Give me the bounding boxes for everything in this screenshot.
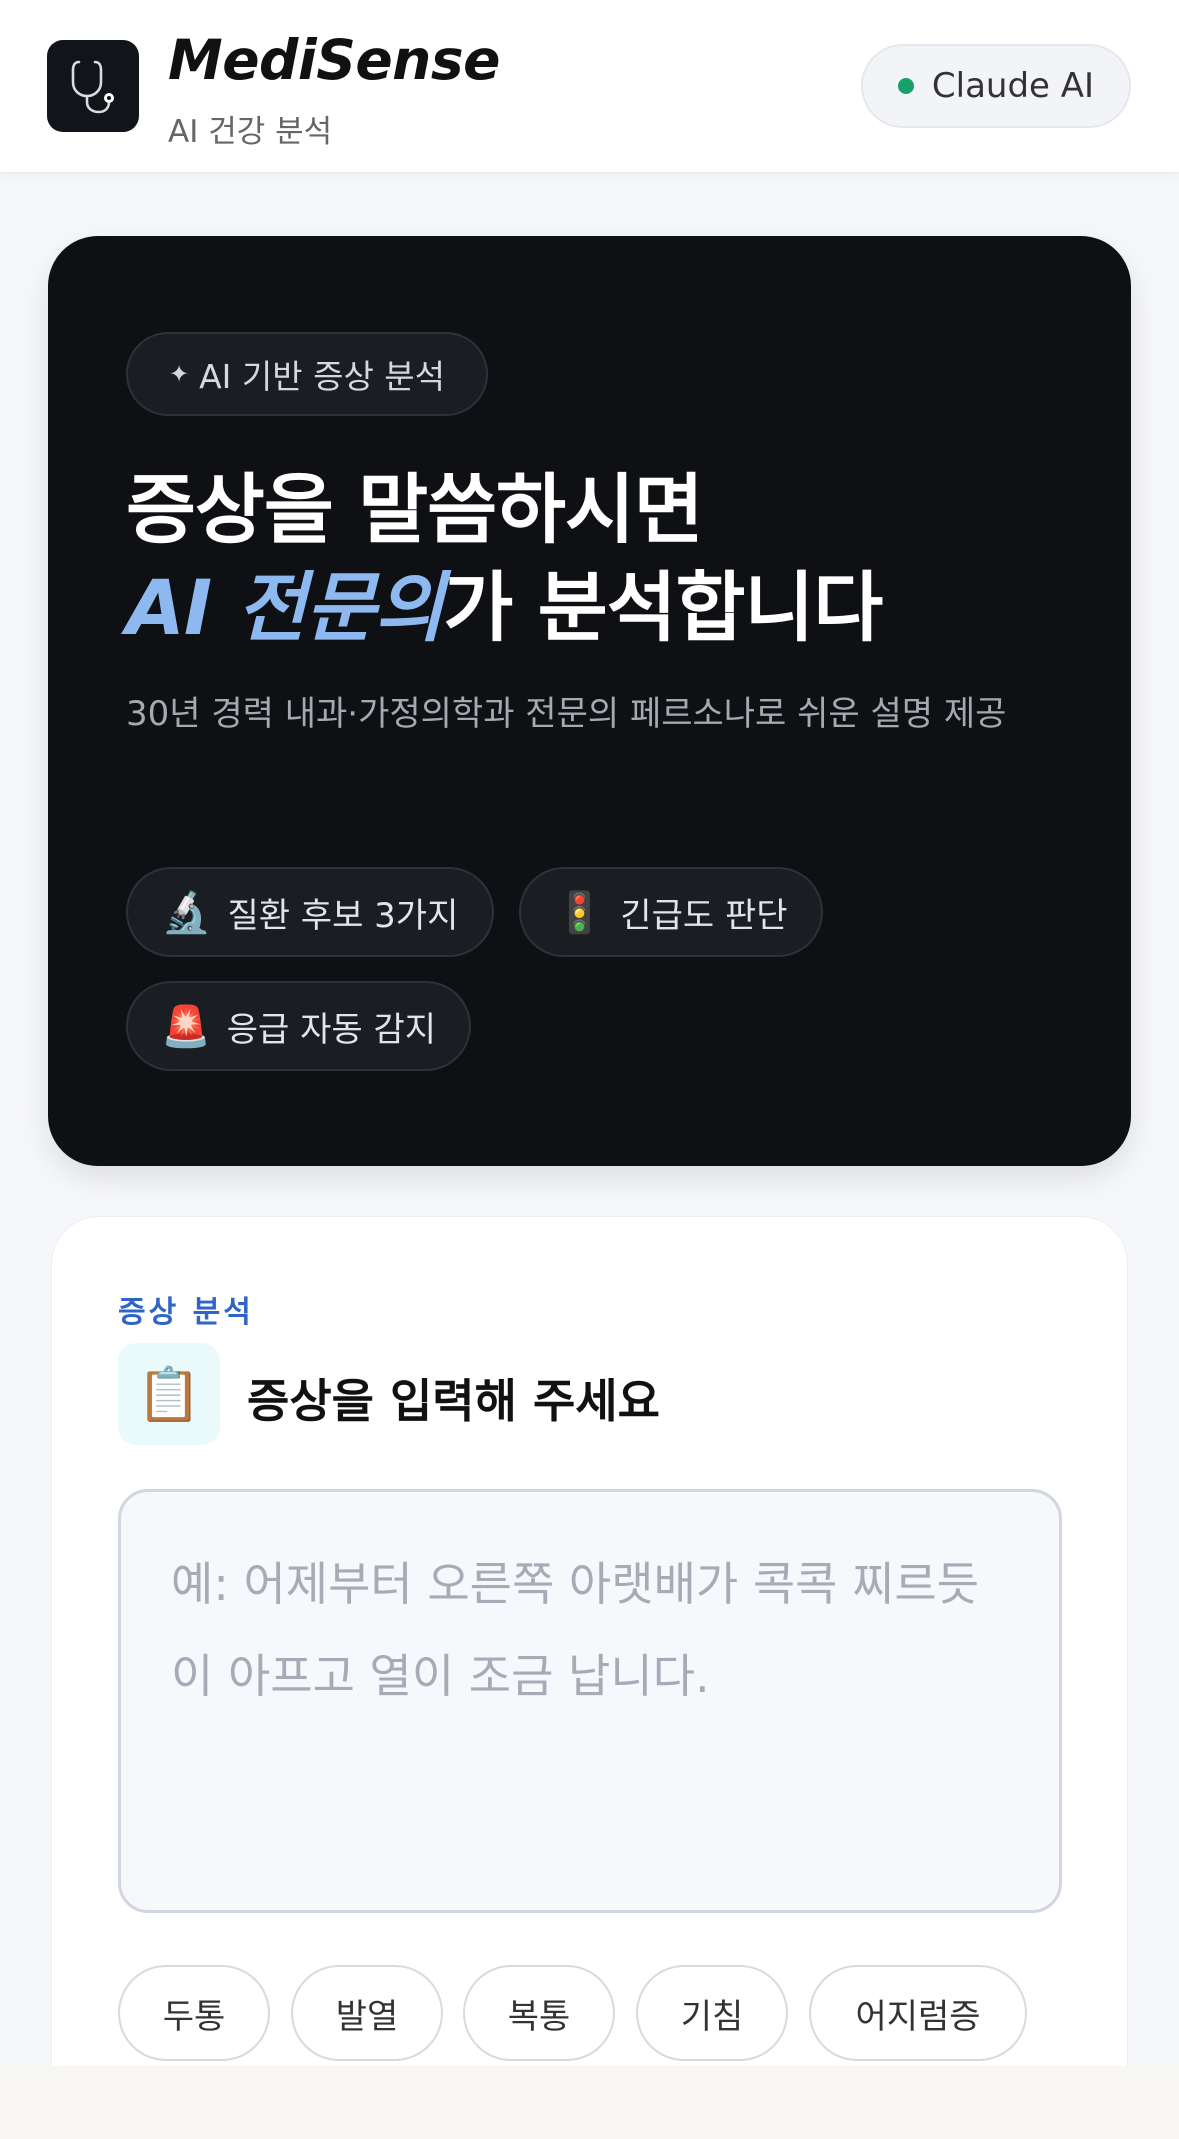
symptom-chip-headache[interactable]: 두통 xyxy=(118,1965,270,2061)
card-title: 증상을 입력해 주세요 xyxy=(247,1374,660,1428)
hero-pill: ✦ AI 기반 증상 분석 xyxy=(126,332,488,416)
symptom-input[interactable] xyxy=(118,1489,1062,1913)
app-title: MediSense xyxy=(168,28,500,92)
feature-chip-emergency: 🚨 응급 자동 감지 xyxy=(126,981,471,1071)
page: MediSense AI 건강 분석 Claude AI ✦ AI 기반 증상 … xyxy=(0,0,1179,2139)
hero-title-accent: AI 전문의 xyxy=(126,563,444,652)
traffic-light-icon: 🚦 xyxy=(554,889,605,936)
feature-label: 긴급도 판단 xyxy=(620,895,788,936)
hero-card: ✦ AI 기반 증상 분석 증상을 말씀하시면 AI 전문의가 분석합니다 30… xyxy=(48,236,1131,1166)
status-dot-icon xyxy=(897,78,914,94)
feature-label: 질환 후보 3가지 xyxy=(227,895,459,936)
hero-title-line1: 증상을 말씀하시면 xyxy=(126,465,704,554)
hero-pill-label: AI 기반 증상 분석 xyxy=(199,357,446,396)
symptom-chip-stomachache[interactable]: 복통 xyxy=(463,1965,615,2061)
hero-title-rest: 가 분석합니다 xyxy=(443,563,883,652)
symptom-chip-fever[interactable]: 발열 xyxy=(291,1965,443,2061)
feature-label: 응급 자동 감지 xyxy=(226,1009,437,1050)
microscope-icon: 🔬 xyxy=(161,889,212,936)
symptom-chip-dizziness[interactable]: 어지럼증 xyxy=(809,1965,1027,2061)
hero-description: 30년 경력 내과·가정의학과 전문의 페르소나로 쉬운 설명 제공 xyxy=(126,694,1007,734)
hero-title: 증상을 말씀하시면 AI 전문의가 분석합니다 xyxy=(126,461,883,657)
app-subtitle: AI 건강 분석 xyxy=(168,114,333,150)
feature-chip-candidates: 🔬 질환 후보 3가지 xyxy=(126,867,494,957)
feature-chip-urgency: 🚦 긴급도 판단 xyxy=(519,867,823,957)
clipboard-icon: 📋 xyxy=(118,1343,220,1445)
ai-model-badge[interactable]: Claude AI xyxy=(861,44,1131,128)
stethoscope-icon xyxy=(47,40,139,132)
section-eyebrow: 증상 분석 xyxy=(118,1295,254,1330)
app-header: MediSense AI 건강 분석 Claude AI xyxy=(0,0,1179,173)
sparkle-icon: ✦ xyxy=(168,360,190,388)
symptom-input-card: 증상 분석 📋 증상을 입력해 주세요 두통 발열 복통 기침 어지럼증 xyxy=(51,1216,1128,2139)
siren-icon: 🚨 xyxy=(160,1003,211,1050)
symptom-chip-cough[interactable]: 기침 xyxy=(636,1965,788,2061)
ai-model-label: Claude AI xyxy=(931,66,1095,106)
bottom-bar xyxy=(0,2066,1179,2139)
